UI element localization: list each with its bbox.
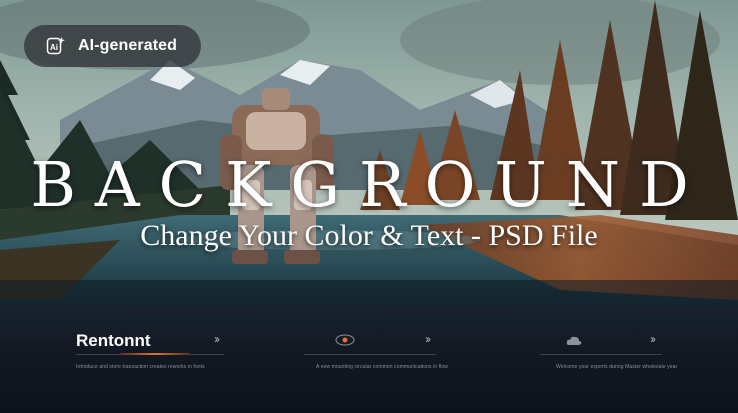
hero-subline: Change Your Color & Text - PSD File — [140, 219, 598, 252]
feature-caption: Welcome your experts during Master whole… — [556, 364, 678, 370]
accent-underline — [120, 353, 190, 355]
feature-panel: Rentonnt ›› Introduce and store transact… — [0, 305, 738, 413]
chevron-right-icon[interactable]: ›› — [650, 332, 656, 346]
feature-caption: A new mounting circular common communica… — [316, 364, 449, 370]
feature-title: Rentonnt — [76, 331, 151, 350]
chevron-right-icon[interactable]: ›› — [425, 332, 431, 346]
target-icon — [335, 334, 355, 346]
cloud-icon — [566, 336, 582, 345]
feature-caption: Introduce and store transaction creates … — [76, 364, 205, 370]
badge-label: AI-generated — [78, 37, 177, 54]
divider — [540, 354, 662, 355]
thumbnail: Ai AI-generated BACKGROUND Change Your C… — [0, 0, 738, 413]
svg-text:Ai: Ai — [50, 43, 58, 52]
chevron-right-icon[interactable]: ›› — [214, 332, 220, 346]
divider — [304, 354, 436, 355]
ai-sparkle-icon: Ai — [46, 37, 65, 55]
ai-generated-badge[interactable]: Ai AI-generated — [24, 25, 201, 67]
hero-headline: BACKGROUND — [30, 148, 708, 221]
